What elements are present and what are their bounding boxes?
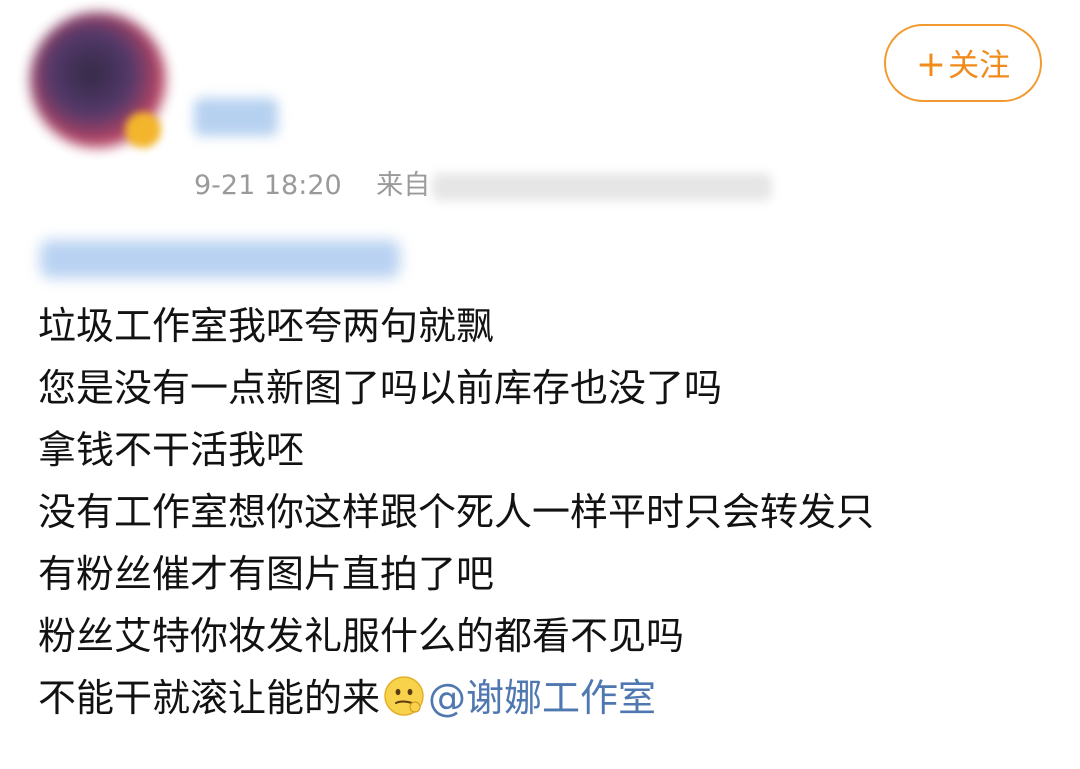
username-blurred[interactable] [194,34,814,82]
content-line-6: 粉丝艾特你妆发礼服什么的都看不见吗 [38,614,685,658]
smirking-face-icon [382,674,426,718]
source-prefix: 来自 [376,170,431,201]
plus-icon: + [915,44,947,85]
blurred-content-line [40,240,400,278]
content-line-5: 有粉丝催才有图片直拍了吧 [38,552,495,596]
mention-link[interactable]: @谢娜工作室 [428,676,656,720]
weibo-post: +关注 9-21 18:20 来自 垃圾工作室我呸夸两句就飘 您是没有一点新图了… [0,0,1080,769]
content-line-7-text: 不能干就滚让能的来 [38,676,381,720]
verification-badge-icon [125,112,161,148]
post-meta: 9-21 18:20 来自 [194,165,773,207]
content-line-1: 垃圾工作室我呸夸两句就飘 [38,304,495,348]
post-content: 垃圾工作室我呸夸两句就飘 您是没有一点新图了吗以前库存也没了吗 拿钱不干活我呸 … [38,295,1058,729]
content-line-7: 不能干就滚让能的来 @谢娜工作室 [38,667,1058,729]
user-tag-blurred [194,98,278,136]
follow-button[interactable]: +关注 [884,24,1042,102]
source-name-blurred [432,172,773,201]
content-line-3: 拿钱不干活我呸 [38,428,305,472]
content-line-4: 没有工作室想你这样跟个死人一样平时只会转发只 [38,490,875,534]
post-timestamp: 9-21 18:20 [194,170,342,201]
content-line-2: 您是没有一点新图了吗以前库存也没了吗 [38,366,723,410]
follow-label: 关注 [948,48,1011,84]
